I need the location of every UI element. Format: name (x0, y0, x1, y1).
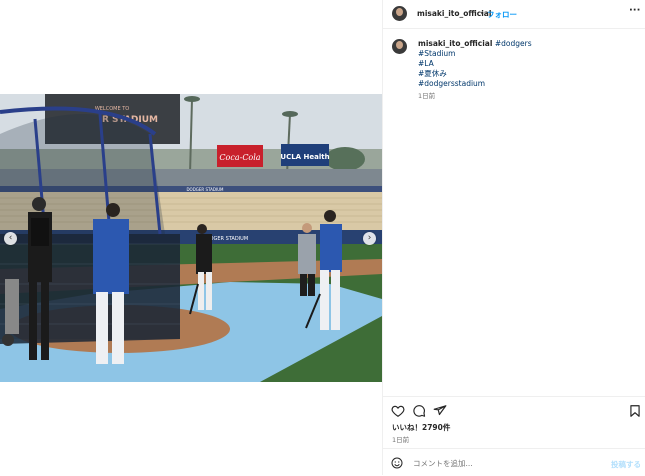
caption-avatar[interactable] (392, 39, 407, 54)
post-header: misaki_ito_official • フォロー ··· (383, 0, 645, 29)
follow-button[interactable]: フォロー (487, 9, 517, 20)
sign-banner: DODGER STADIUM (186, 187, 224, 192)
heart-icon[interactable] (391, 404, 405, 418)
hashtag-link[interactable]: #夏休み (418, 69, 447, 79)
caption-username[interactable]: misaki_ito_official (418, 39, 492, 48)
separator-dot: • (480, 9, 485, 18)
emoji-icon[interactable] (391, 457, 403, 469)
more-icon[interactable]: ··· (629, 5, 640, 16)
comment-icon[interactable] (412, 404, 426, 418)
caption-timestamp: 1日前 (418, 92, 436, 100)
sign-coke: Coca-Cola (219, 153, 260, 162)
post-comment-button[interactable]: 投稿する (611, 459, 641, 470)
stadium-photo: WELCOME TO R STADIUM Coca-Cola UCLA Heal… (0, 94, 382, 382)
bookmark-icon[interactable] (628, 404, 642, 418)
likes-count[interactable]: いいね！2790件 (392, 422, 450, 433)
carousel-prev-button[interactable]: ‹ (4, 232, 17, 245)
hashtag-link[interactable]: #dodgers (495, 39, 532, 48)
caption-first-line: misaki_ito_official #dodgers (418, 39, 532, 49)
share-icon[interactable] (433, 404, 447, 418)
comment-input[interactable] (413, 459, 583, 468)
hashtag-link[interactable]: #dodgersstadium (418, 79, 485, 89)
post-sidebar: misaki_ito_official • フォロー ··· misaki_it… (382, 0, 645, 475)
avatar[interactable] (392, 6, 407, 21)
hashtag-link[interactable]: #Stadium (418, 49, 456, 59)
post-media: WELCOME TO R STADIUM Coca-Cola UCLA Heal… (0, 0, 382, 475)
post-photo[interactable]: WELCOME TO R STADIUM Coca-Cola UCLA Heal… (0, 94, 382, 382)
hashtag-link[interactable]: #LA (418, 59, 434, 69)
sign-ucla: UCLA Health (280, 153, 329, 161)
carousel-next-button[interactable]: › (363, 232, 376, 245)
post-timestamp: 1日前 (392, 436, 410, 444)
